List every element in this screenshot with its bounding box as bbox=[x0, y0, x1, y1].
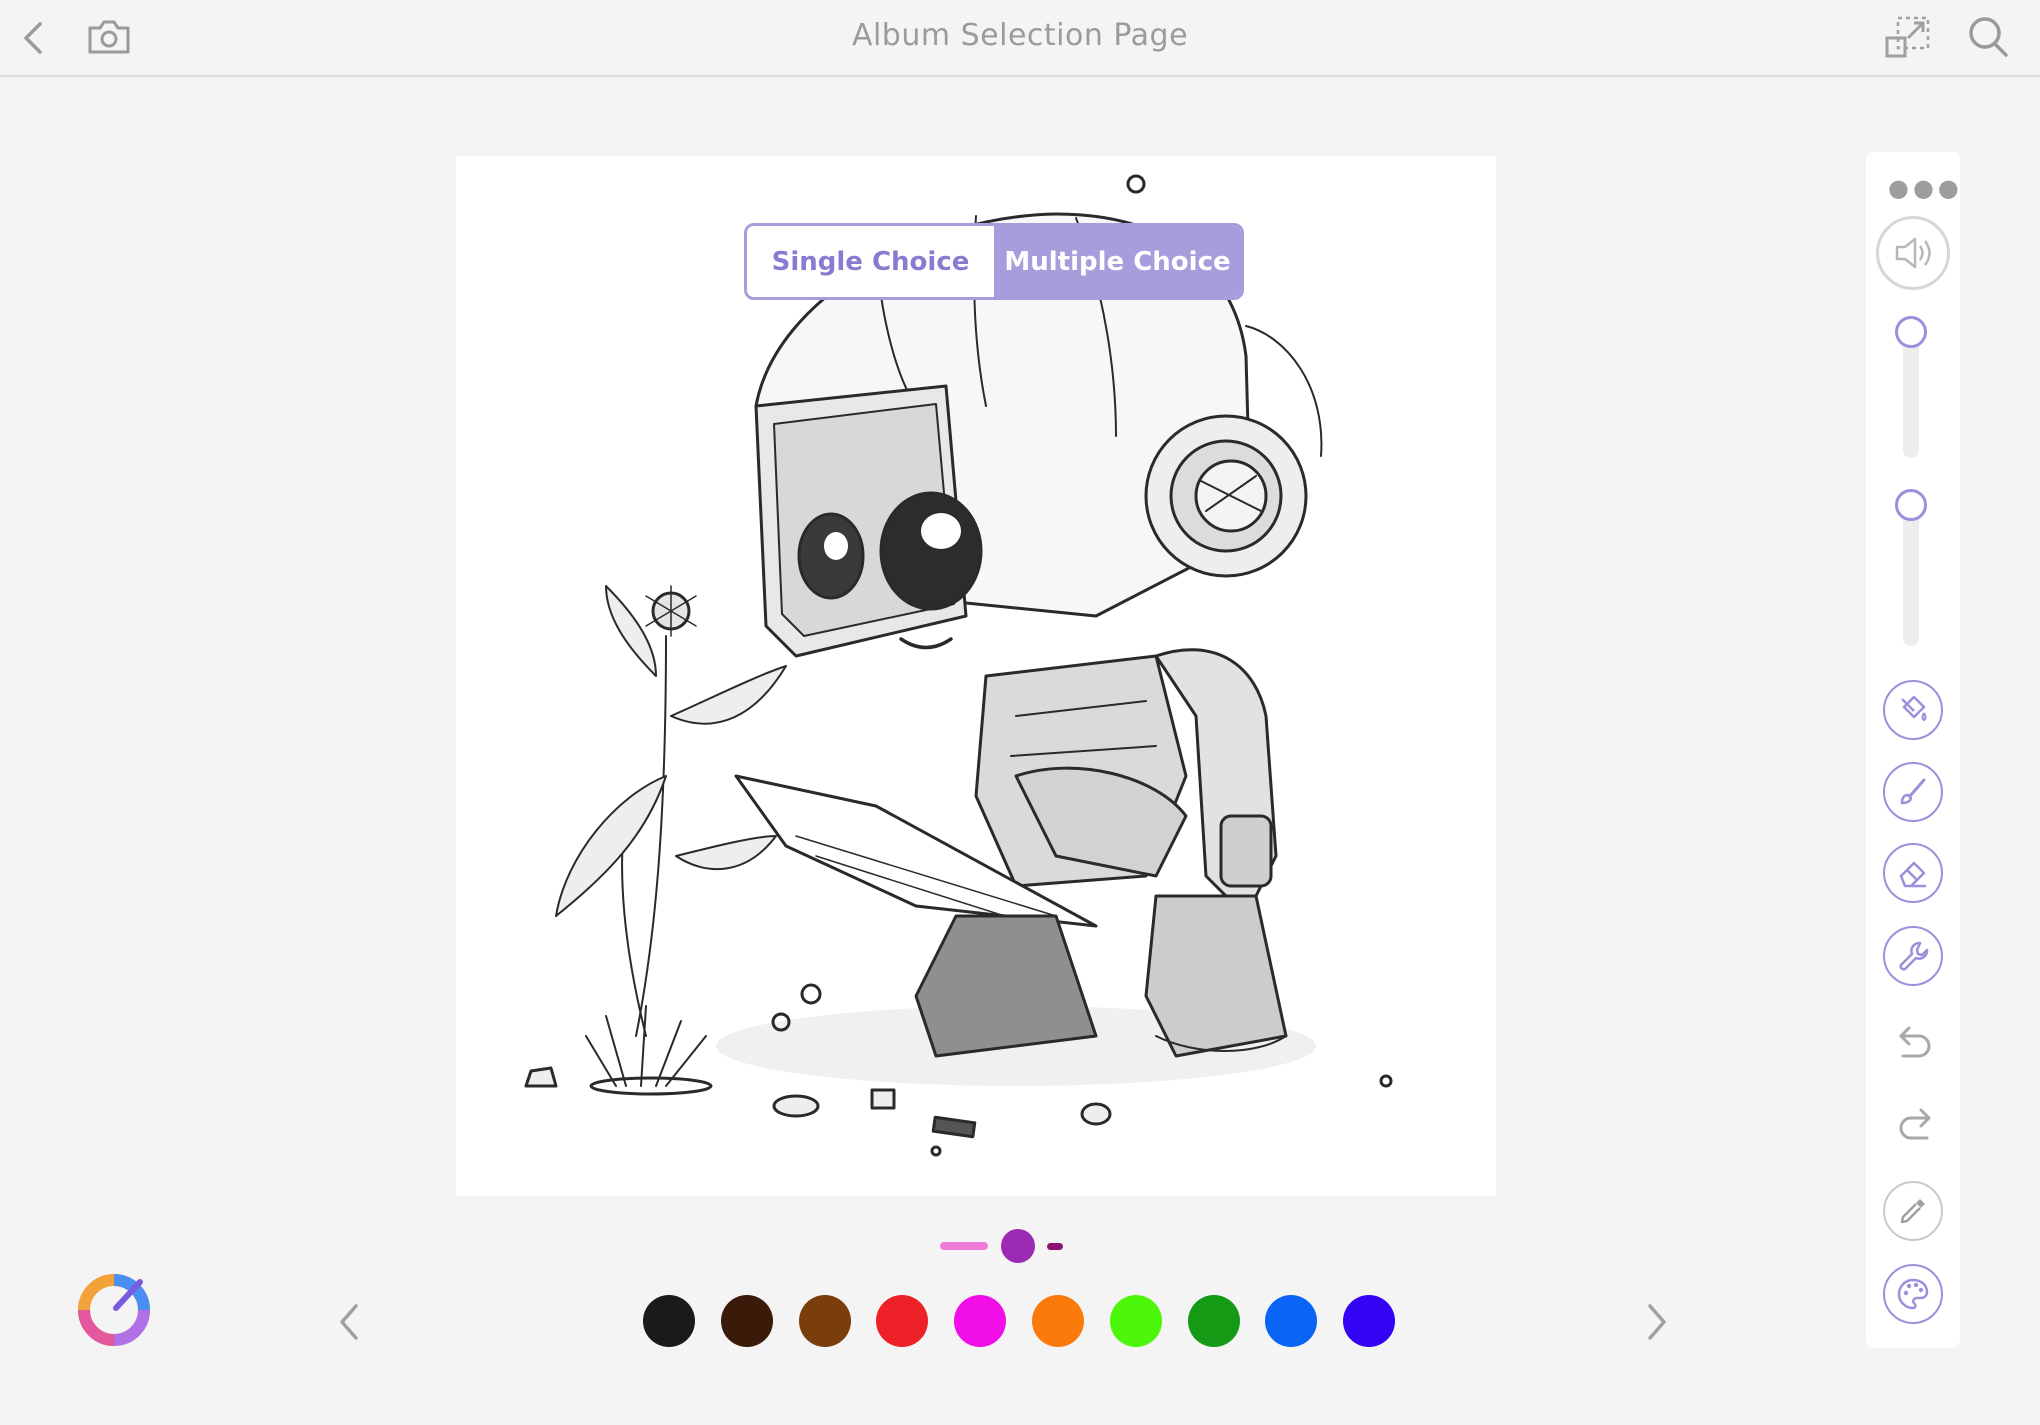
color-swatch[interactable] bbox=[1032, 1295, 1084, 1347]
fullscreen-icon[interactable] bbox=[1884, 14, 1932, 60]
top-bar: Album Selection Page bbox=[0, 0, 2040, 77]
color-swatch[interactable] bbox=[1110, 1295, 1162, 1347]
palette-prev-icon[interactable] bbox=[334, 1300, 364, 1348]
page-title: Album Selection Page bbox=[851, 18, 1189, 53]
choice-mode-toggle: Single Choice Multiple Choice bbox=[744, 223, 1244, 300]
color-swatch[interactable] bbox=[721, 1295, 773, 1347]
color-swatch[interactable] bbox=[799, 1295, 851, 1347]
brush-size-option-selected[interactable] bbox=[1001, 1229, 1035, 1263]
palette-next-icon[interactable] bbox=[1642, 1300, 1672, 1348]
palette-icon[interactable] bbox=[1883, 1264, 1943, 1324]
more-icon[interactable]: ●●● bbox=[1888, 176, 1959, 200]
color-swatch[interactable] bbox=[954, 1295, 1006, 1347]
color-swatch[interactable] bbox=[876, 1295, 928, 1347]
opacity-slider-knob[interactable] bbox=[1895, 489, 1927, 521]
fill-bucket-icon[interactable] bbox=[1883, 680, 1943, 740]
search-icon[interactable] bbox=[1966, 14, 2010, 60]
redo-icon[interactable] bbox=[1895, 1102, 1935, 1146]
multiple-choice-button[interactable]: Multiple Choice bbox=[994, 226, 1241, 297]
brush-size-slider-knob[interactable] bbox=[1895, 316, 1927, 348]
wrench-icon[interactable] bbox=[1883, 926, 1943, 986]
undo-icon[interactable] bbox=[1895, 1020, 1935, 1064]
color-swatch[interactable] bbox=[643, 1295, 695, 1347]
coloring-canvas[interactable] bbox=[456, 156, 1496, 1196]
eraser-icon[interactable] bbox=[1883, 843, 1943, 903]
brush-size-option-small[interactable] bbox=[940, 1242, 988, 1250]
color-swatch[interactable] bbox=[1188, 1295, 1240, 1347]
single-choice-button[interactable]: Single Choice bbox=[747, 226, 994, 297]
app-logo-icon[interactable] bbox=[78, 1270, 154, 1350]
color-swatch[interactable] bbox=[1265, 1295, 1317, 1347]
brush-size-option-thin[interactable] bbox=[1047, 1243, 1063, 1250]
volume-icon[interactable] bbox=[1876, 216, 1950, 290]
eyedropper-icon[interactable] bbox=[1883, 1181, 1943, 1241]
color-swatch[interactable] bbox=[1343, 1295, 1395, 1347]
robot-illustration bbox=[524, 174, 1393, 1157]
brush-icon[interactable] bbox=[1883, 762, 1943, 822]
